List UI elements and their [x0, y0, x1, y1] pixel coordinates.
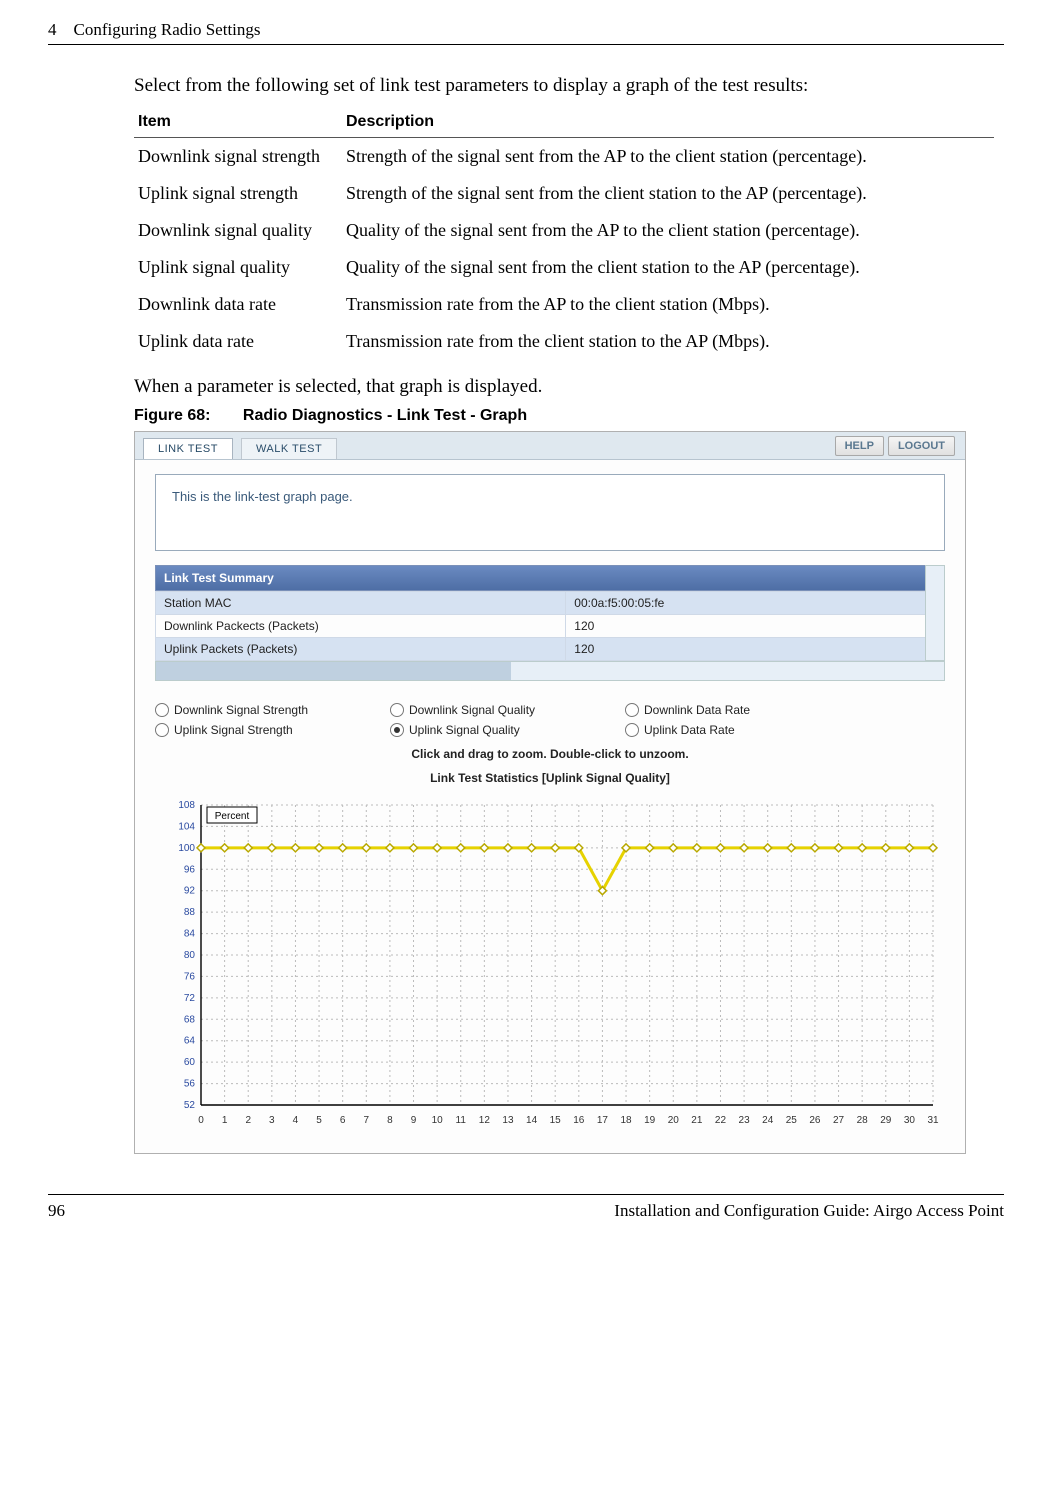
svg-text:23: 23 — [739, 1115, 751, 1126]
svg-text:7: 7 — [364, 1115, 370, 1126]
svg-text:3: 3 — [269, 1115, 275, 1126]
screenshot-figure: LINK TEST WALK TEST HELP LOGOUT This is … — [134, 431, 966, 1154]
svg-text:68: 68 — [184, 1015, 196, 1026]
summary-panel: Link Test Summary Station MAC 00:0a:f5:0… — [155, 565, 945, 661]
logout-button[interactable]: LOGOUT — [888, 436, 955, 456]
table-row: Downlink signal qualityQuality of the si… — [134, 212, 994, 249]
table-row: Uplink signal strengthStrength of the si… — [134, 175, 994, 212]
svg-text:14: 14 — [526, 1115, 538, 1126]
svg-text:108: 108 — [178, 800, 195, 811]
svg-text:10: 10 — [432, 1115, 444, 1126]
chart-title: Link Test Statistics [Uplink Signal Qual… — [155, 771, 945, 785]
figure-title: Radio Diagnostics - Link Test - Graph — [243, 407, 527, 424]
chapter-number: 4 — [48, 20, 57, 39]
svg-text:19: 19 — [644, 1115, 656, 1126]
svg-text:84: 84 — [184, 929, 196, 940]
svg-text:104: 104 — [178, 822, 195, 833]
table-row: Uplink Packets (Packets) 120 — [156, 638, 945, 661]
radio-uplink-signal-strength[interactable]: Uplink Signal Strength — [155, 723, 360, 737]
svg-text:2: 2 — [245, 1115, 251, 1126]
tab-bar: LINK TEST WALK TEST HELP LOGOUT — [135, 432, 965, 460]
svg-text:20: 20 — [668, 1115, 680, 1126]
table-row: Uplink signal qualityQuality of the sign… — [134, 249, 994, 286]
svg-text:13: 13 — [502, 1115, 514, 1126]
table-row: Uplink data rateTransmission rate from t… — [134, 323, 994, 360]
svg-text:64: 64 — [184, 1036, 196, 1047]
svg-text:30: 30 — [904, 1115, 916, 1126]
info-text: This is the link-test graph page. — [172, 489, 353, 504]
svg-text:0: 0 — [198, 1115, 204, 1126]
svg-text:76: 76 — [184, 972, 196, 983]
radio-uplink-data-rate[interactable]: Uplink Data Rate — [625, 723, 830, 737]
summary-header: Link Test Summary — [155, 565, 945, 591]
figure-caption: Figure 68: Radio Diagnostics - Link Test… — [134, 407, 994, 425]
svg-text:12: 12 — [479, 1115, 491, 1126]
info-panel: This is the link-test graph page. — [155, 474, 945, 551]
line-chart[interactable]: 0123456789101112131415161718192021222324… — [155, 791, 945, 1131]
svg-text:27: 27 — [833, 1115, 845, 1126]
svg-text:60: 60 — [184, 1057, 196, 1068]
vertical-scrollbar[interactable] — [925, 565, 945, 661]
svg-text:88: 88 — [184, 907, 196, 918]
intro-paragraph: Select from the following set of link te… — [134, 73, 994, 99]
table-row: Station MAC 00:0a:f5:00:05:fe — [156, 592, 945, 615]
tab-walk-test[interactable]: WALK TEST — [241, 438, 337, 459]
svg-text:5: 5 — [316, 1115, 322, 1126]
doc-title: Installation and Configuration Guide: Ai… — [614, 1201, 1004, 1221]
svg-text:56: 56 — [184, 1079, 196, 1090]
svg-text:92: 92 — [184, 886, 196, 897]
radio-downlink-signal-quality[interactable]: Downlink Signal Quality — [390, 703, 595, 717]
svg-text:1: 1 — [222, 1115, 228, 1126]
page-footer: 96 Installation and Configuration Guide:… — [48, 1194, 1004, 1221]
svg-text:16: 16 — [573, 1115, 585, 1126]
summary-table: Station MAC 00:0a:f5:00:05:fe Downlink P… — [155, 591, 945, 661]
svg-text:24: 24 — [762, 1115, 774, 1126]
svg-text:9: 9 — [411, 1115, 417, 1126]
svg-text:18: 18 — [620, 1115, 632, 1126]
col-desc: Description — [342, 107, 994, 138]
horizontal-scrollbar[interactable] — [155, 661, 945, 681]
svg-text:96: 96 — [184, 865, 196, 876]
radio-downlink-data-rate[interactable]: Downlink Data Rate — [625, 703, 830, 717]
svg-text:29: 29 — [880, 1115, 892, 1126]
svg-text:72: 72 — [184, 993, 196, 1004]
tab-link-test[interactable]: LINK TEST — [143, 438, 233, 459]
parameters-table: Item Description Downlink signal strengt… — [134, 107, 994, 360]
svg-text:25: 25 — [786, 1115, 798, 1126]
page-number: 96 — [48, 1201, 88, 1221]
svg-text:28: 28 — [857, 1115, 869, 1126]
svg-text:31: 31 — [927, 1115, 939, 1126]
svg-text:21: 21 — [691, 1115, 703, 1126]
svg-text:100: 100 — [178, 843, 195, 854]
help-button[interactable]: HELP — [835, 436, 884, 456]
chart-instruction: Click and drag to zoom. Double-click to … — [135, 747, 965, 761]
table-row: Downlink signal strengthStrength of the … — [134, 137, 994, 175]
radio-group: Downlink Signal Strength Downlink Signal… — [155, 703, 945, 737]
svg-text:80: 80 — [184, 950, 196, 961]
svg-text:17: 17 — [597, 1115, 609, 1126]
svg-text:11: 11 — [456, 1115, 467, 1126]
figure-number: Figure 68: — [134, 407, 210, 424]
radio-uplink-signal-quality[interactable]: Uplink Signal Quality — [390, 723, 595, 737]
svg-text:4: 4 — [293, 1115, 299, 1126]
page-header: 4 Configuring Radio Settings — [48, 20, 1004, 45]
col-item: Item — [134, 107, 342, 138]
svg-text:8: 8 — [387, 1115, 393, 1126]
table-row: Downlink Packects (Packets) 120 — [156, 615, 945, 638]
radio-downlink-signal-strength[interactable]: Downlink Signal Strength — [155, 703, 360, 717]
chapter-title: Configuring Radio Settings — [74, 20, 261, 39]
table-row: Downlink data rateTransmission rate from… — [134, 286, 994, 323]
svg-text:26: 26 — [809, 1115, 821, 1126]
svg-text:6: 6 — [340, 1115, 346, 1126]
chart-container: Link Test Statistics [Uplink Signal Qual… — [155, 771, 945, 1131]
svg-text:22: 22 — [715, 1115, 727, 1126]
svg-text:15: 15 — [550, 1115, 562, 1126]
svg-text:52: 52 — [184, 1100, 196, 1111]
svg-text:Percent: Percent — [215, 811, 250, 822]
after-table-paragraph: When a parameter is selected, that graph… — [134, 374, 994, 400]
